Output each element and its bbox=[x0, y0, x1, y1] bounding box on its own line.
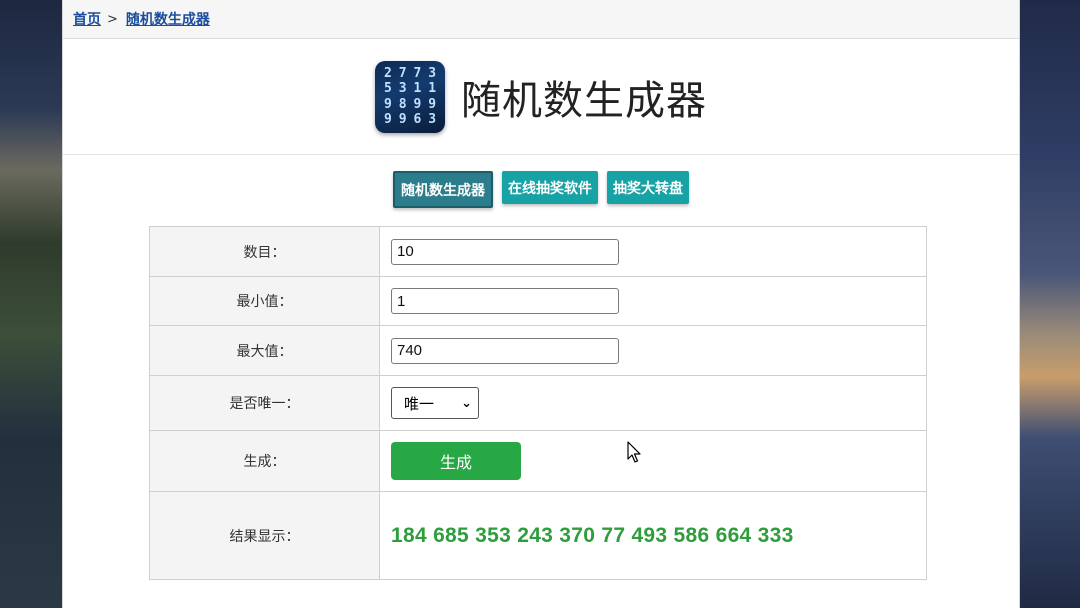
tab-online-lottery[interactable]: 在线抽奖软件 bbox=[502, 171, 598, 204]
breadcrumb-current-link[interactable]: 随机数生成器 bbox=[126, 9, 210, 29]
tab-lottery-wheel[interactable]: 抽奖大转盘 bbox=[607, 171, 689, 204]
tool-tabs: 随机数生成器 在线抽奖软件 抽奖大转盘 bbox=[63, 171, 1019, 208]
app-logo-icon: 2773 5311 9899 9963 bbox=[375, 60, 445, 133]
breadcrumb-home-link[interactable]: 首页 bbox=[73, 9, 101, 29]
generate-label: 生成： bbox=[149, 430, 380, 492]
unique-select-value: 唯一 bbox=[404, 394, 435, 413]
unique-select[interactable]: 唯一 ⌄ bbox=[391, 387, 479, 419]
max-input[interactable] bbox=[391, 337, 619, 364]
unique-label: 是否唯一： bbox=[149, 375, 380, 431]
min-label: 最小值： bbox=[149, 276, 380, 326]
chevron-down-icon: ⌄ bbox=[461, 395, 472, 411]
desktop-background-right bbox=[1018, 0, 1080, 608]
count-label: 数目： bbox=[149, 226, 380, 277]
generator-form: 数目： 最小值： 最大值： 是否唯一： 唯一 ⌄ 生成： 生成 结果显示： bbox=[149, 226, 927, 580]
page-header: 2773 5311 9899 9963 随机数生成器 bbox=[63, 39, 1019, 155]
result-output: 184 685 353 243 370 77 493 586 664 333 bbox=[391, 523, 794, 547]
generate-button[interactable]: 生成 bbox=[391, 442, 521, 480]
max-label: 最大值： bbox=[149, 325, 380, 376]
min-input[interactable] bbox=[391, 288, 619, 314]
web-page: 首页 > 随机数生成器 2773 5311 9899 9963 随机数生成器 随… bbox=[62, 0, 1020, 608]
breadcrumb-separator: > bbox=[107, 11, 118, 27]
count-input[interactable] bbox=[391, 238, 619, 265]
page-title: 随机数生成器 bbox=[461, 77, 707, 124]
breadcrumb: 首页 > 随机数生成器 bbox=[63, 0, 1019, 39]
mouse-pointer-icon bbox=[627, 441, 641, 463]
desktop-background-left bbox=[0, 0, 62, 608]
result-label: 结果显示： bbox=[149, 491, 380, 580]
tab-random-number[interactable]: 随机数生成器 bbox=[393, 171, 493, 208]
